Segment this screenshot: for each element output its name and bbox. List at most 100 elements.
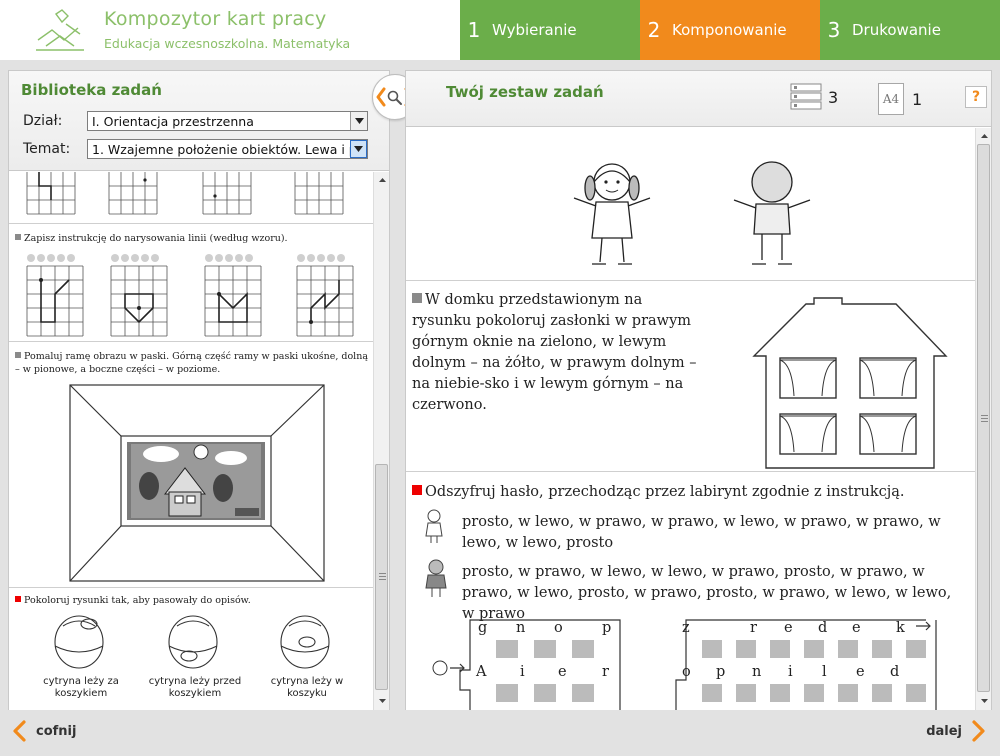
back-label: cofnij (36, 723, 77, 739)
maze-letter: p (602, 620, 612, 636)
task-description: Pokoloruj rysunki tak, aby pasowały do o… (15, 594, 365, 607)
wizard-steps: 1 Wybieranie 2 Komponowanie 3 Drukowanie (460, 0, 1000, 60)
app-header: Kompozytor kart pracy Edukacja wczesnosz… (0, 0, 1000, 60)
library-title: Biblioteka zadań (21, 81, 162, 99)
library-task-card[interactable] (9, 172, 373, 224)
chevron-down-icon[interactable] (350, 112, 367, 130)
help-button[interactable]: ? (965, 86, 987, 108)
step-number: 2 (647, 18, 661, 42)
girl-icon (425, 559, 447, 597)
section-value: I. Orientacja przestrzenna (92, 114, 254, 129)
task-description: Pomaluj ramę obrazu w paski. Górną część… (15, 350, 371, 376)
topic-value: 1. Wzajemne położenie obiektów. Lewa i p… (92, 142, 368, 157)
line-instruction-drawing (26, 254, 354, 337)
maze-letter: d (818, 620, 828, 636)
page-format-icon: A4 (878, 83, 904, 115)
topic-label: Temat: (23, 141, 71, 157)
task-description: Zapisz instrukcję do narysowania linii (… (15, 232, 365, 245)
chevron-left-icon (13, 720, 26, 742)
maze-letter: A (476, 664, 487, 680)
task-bullet (15, 234, 21, 240)
scrollbar-thumb[interactable] (977, 144, 990, 692)
scroll-down-arrow[interactable] (374, 693, 390, 709)
task-bullet (412, 485, 422, 495)
task-caption: cytryna leży w koszyku (270, 676, 344, 699)
scroll-down-arrow[interactable] (976, 693, 992, 709)
task-library-panel: Biblioteka zadań Dział: I. Orientacja pr… (8, 70, 390, 710)
library-task-card[interactable]: Pokoloruj rysunki tak, aby pasowały do o… (9, 588, 373, 710)
maze-letter: g (478, 620, 488, 636)
section-label: Dział: (23, 113, 63, 129)
maze-letter: o (554, 620, 563, 636)
task-set-header: Twój zestaw zadań 3 A4 1 ? (406, 71, 991, 127)
library-task-list[interactable]: Zapisz instrukcję do narysowania linii (… (9, 172, 373, 710)
section-select[interactable]: I. Orientacja przestrzenna (87, 111, 368, 131)
library-scrollbar[interactable] (373, 172, 389, 710)
task-bullet (15, 352, 21, 358)
next-label: dalej (926, 723, 962, 739)
task-text: W domku przedstawionym na rysunku pokolo… (412, 292, 697, 413)
app-subtitle: Edukacja wczesnoszkolna. Matematyka (104, 36, 351, 51)
page-count-value: 1 (912, 89, 923, 109)
scroll-up-arrow[interactable] (374, 172, 390, 188)
scrollbar-thumb[interactable] (375, 464, 388, 690)
task-count: 3 (790, 83, 838, 111)
girl-icon (425, 509, 443, 543)
library-task-card[interactable]: Zapisz instrukcję do narysowania linii (… (9, 224, 373, 342)
task-caption: cytryna leży przed koszykiem (148, 676, 242, 699)
app-title: Kompozytor kart pracy (104, 8, 327, 30)
maze-letter: e (856, 664, 865, 680)
task-text: Pokoloruj rysunki tak, aby pasowały do o… (24, 595, 251, 606)
topic-select[interactable]: 1. Wzajemne położenie obiektów. Lewa i p… (87, 139, 368, 159)
back-button[interactable]: cofnij (12, 720, 76, 742)
page-count: A4 1 (878, 83, 922, 115)
task-set-panel: Twój zestaw zadań 3 A4 1 ? W domku przed… (405, 70, 992, 710)
maze-letter: e (852, 620, 861, 636)
task-bullet (412, 293, 422, 303)
maze-letter: e (558, 664, 567, 680)
task-count-value: 3 (828, 87, 839, 107)
task-divider (406, 471, 975, 472)
children-illustration (573, 161, 811, 265)
maze-letter: i (520, 664, 525, 680)
scroll-up-arrow[interactable] (976, 128, 992, 144)
task-set-sheet[interactable]: W domku przedstawionym na rysunku pokolo… (406, 128, 975, 710)
maze-letter: z (682, 620, 690, 636)
set-task-description: W domku przedstawionym na rysunku pokolo… (412, 290, 702, 416)
next-button[interactable]: dalej (926, 720, 986, 742)
maze-letter: k (896, 620, 905, 636)
step-print[interactable]: 3 Drukowanie (820, 0, 1000, 60)
maze-letter: l (822, 664, 827, 680)
task-list-icon (790, 83, 822, 110)
maze-letter: i (788, 664, 793, 680)
maze-letter: o (682, 664, 691, 680)
maze-letter: n (752, 664, 762, 680)
grid-drawing (26, 172, 344, 215)
step-label: Wybieranie (492, 21, 577, 39)
lemon-basket-drawing (54, 615, 330, 669)
task-caption: cytryna leży za koszykiem (43, 676, 119, 699)
maze-letter: d (890, 664, 900, 680)
chevron-down-icon[interactable] (350, 140, 367, 158)
set-task-description: Odszyfruj hasło, przechodząc przez labir… (412, 482, 972, 503)
task-bullet (15, 596, 21, 602)
frame-picture-drawing (69, 384, 325, 582)
step-number: 3 (827, 18, 841, 42)
task-text: Pomaluj ramę obrazu w paski. Górną część… (15, 351, 369, 375)
maze-letter: n (516, 620, 526, 636)
maze-instruction-1: prosto, w lewo, w prawo, w prawo, w lewo… (462, 514, 941, 551)
maze-letter: e (784, 620, 793, 636)
maze-letter: r (602, 664, 609, 680)
chevron-right-icon (972, 720, 985, 742)
library-header: Biblioteka zadań Dział: I. Orientacja pr… (9, 71, 389, 171)
task-set-title: Twój zestaw zadań (446, 83, 604, 101)
task-set-scrollbar[interactable] (975, 128, 991, 710)
maze-drawing (432, 619, 937, 710)
task-text: Zapisz instrukcję do narysowania linii (… (24, 233, 288, 244)
step-label: Drukowanie (852, 21, 941, 39)
library-task-card[interactable]: Pomaluj ramę obrazu w paski. Górną część… (9, 342, 373, 588)
step-number: 1 (467, 18, 481, 42)
step-choose[interactable]: 1 Wybieranie (460, 0, 640, 60)
step-compose[interactable]: 2 Komponowanie (640, 0, 820, 60)
logo-icon (36, 9, 84, 51)
